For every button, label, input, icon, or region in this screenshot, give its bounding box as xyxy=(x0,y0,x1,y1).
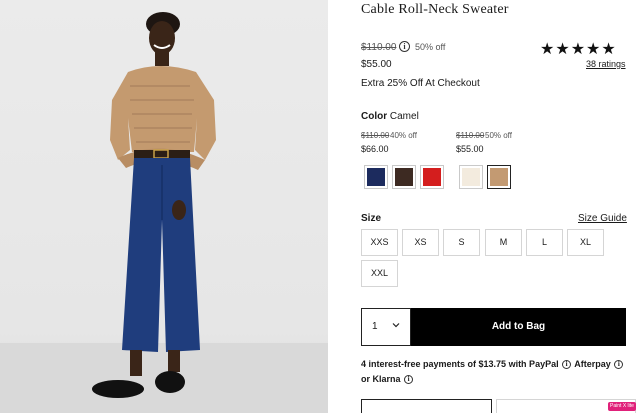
klarna-text: Klarna xyxy=(372,374,401,384)
paypal-text: 4 interest-free payments of $13.75 with … xyxy=(361,359,559,369)
info-icon[interactable]: i xyxy=(399,41,410,52)
color-swatch-ivory[interactable] xyxy=(459,165,483,189)
color-heading: Color xyxy=(361,111,388,122)
promo-text: Extra 25% Off At Checkout xyxy=(361,78,480,89)
size-option-xs[interactable]: XS xyxy=(402,229,439,256)
swatch-fill xyxy=(423,168,441,186)
color-swatch-navy[interactable] xyxy=(364,165,388,189)
swatch-fill xyxy=(462,168,480,186)
percent-off: 50% off xyxy=(415,42,446,52)
group-percent-off: 50% off xyxy=(485,131,512,140)
info-icon[interactable]: i xyxy=(614,360,624,370)
color-swatch-camel[interactable] xyxy=(487,165,511,189)
product-title: Cable Roll-Neck Sweater xyxy=(361,2,509,17)
product-image[interactable] xyxy=(0,0,328,413)
swatch-fill xyxy=(367,168,385,186)
sale-price: $55.00 xyxy=(361,59,392,70)
size-guide-link[interactable]: Size Guide xyxy=(578,213,627,224)
info-icon[interactable]: i xyxy=(404,375,414,385)
rating-stars-icon: ★★★★★ xyxy=(540,41,617,58)
group-price: $66.00 xyxy=(361,144,389,154)
size-option-xxl[interactable]: XXL xyxy=(361,260,398,287)
group-percent-off: 40% off xyxy=(390,131,417,140)
info-icon[interactable]: i xyxy=(562,360,572,370)
swatch-fill xyxy=(490,168,508,186)
size-label: Size xyxy=(361,213,382,224)
add-to-bag-button[interactable]: Add to Bag xyxy=(411,308,626,346)
secondary-button[interactable] xyxy=(361,399,492,413)
size-option-xl[interactable]: XL xyxy=(567,229,604,256)
app-badge: Paint X lite xyxy=(608,402,636,411)
ratings-link[interactable]: 38 ratings xyxy=(586,59,626,69)
original-price: $110.00 xyxy=(361,42,397,53)
swatch-fill xyxy=(395,168,413,186)
product-details: Cable Roll-Neck Sweater $110.00 i 50% of… xyxy=(328,0,640,413)
or-text: or xyxy=(361,374,370,384)
color-swatch-brown[interactable] xyxy=(392,165,416,189)
model-illustration xyxy=(92,12,216,398)
group-original-price: $110.00 xyxy=(361,131,390,140)
payment-options: 4 interest-free payments of $13.75 with … xyxy=(361,357,631,387)
group-original-price: $110.00 xyxy=(456,131,485,140)
afterpay-text: Afterpay xyxy=(574,359,611,369)
chevron-down-icon xyxy=(392,323,400,328)
color-swatch-red[interactable] xyxy=(420,165,444,189)
color-label: Color Camel xyxy=(361,111,419,122)
size-option-s[interactable]: S xyxy=(443,229,480,256)
group-price: $55.00 xyxy=(456,144,484,154)
quantity-select[interactable]: 1 xyxy=(361,308,411,346)
selected-color: Camel xyxy=(389,111,419,122)
size-option-xxs[interactable]: XXS xyxy=(361,229,398,256)
size-option-m[interactable]: M xyxy=(485,229,522,256)
size-option-l[interactable]: L xyxy=(526,229,563,256)
